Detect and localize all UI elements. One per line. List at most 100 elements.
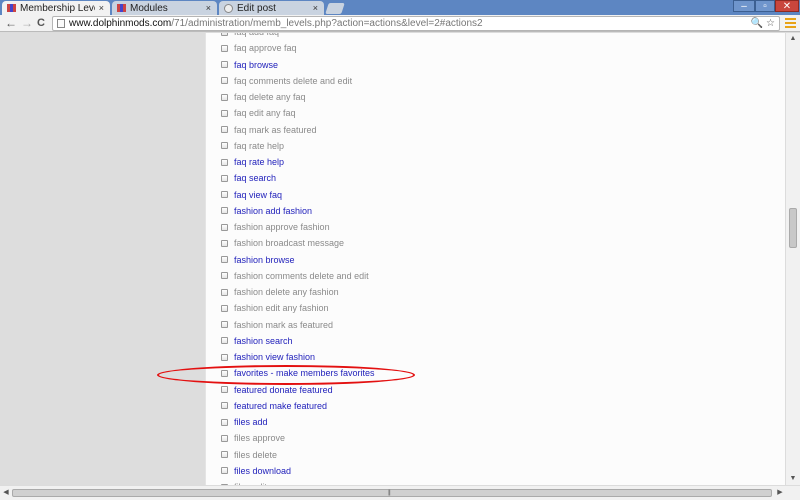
permission-checkbox[interactable] <box>221 434 228 442</box>
permission-checkbox[interactable] <box>221 174 228 182</box>
reload-button[interactable]: C <box>37 16 45 31</box>
permission-checkbox[interactable] <box>221 44 228 52</box>
permission-label: faq approve faq <box>234 43 297 54</box>
permission-label[interactable]: fashion search <box>234 336 293 346</box>
permission-row[interactable]: featured donate featured <box>206 382 375 398</box>
zoom-and-bookmark-icon[interactable]: 🔍 ☆ <box>751 17 775 30</box>
permission-checkbox[interactable] <box>221 126 228 134</box>
permission-label[interactable]: fashion browse <box>234 255 295 265</box>
scroll-right-icon[interactable]: ▶ <box>774 486 786 500</box>
permission-row[interactable]: favorites - make members favorites <box>206 365 375 381</box>
permission-label[interactable]: favorites - make members favorites <box>234 368 375 378</box>
permission-checkbox[interactable] <box>221 256 228 264</box>
permission-checkbox[interactable] <box>221 288 228 296</box>
permission-row[interactable]: files approve <box>206 430 375 446</box>
permission-row[interactable]: files add <box>206 414 375 430</box>
permission-row[interactable]: faq add faq <box>206 33 375 40</box>
permission-row[interactable]: faq rate help <box>206 138 375 154</box>
permission-checkbox[interactable] <box>221 353 228 361</box>
permission-row[interactable]: faq mark as featured <box>206 122 375 138</box>
permission-row[interactable]: faq edit any faq <box>206 105 375 121</box>
permission-label[interactable]: faq browse <box>234 60 278 70</box>
tab-close-icon[interactable]: × <box>313 3 318 13</box>
tab-modules[interactable]: Modules × <box>112 1 217 15</box>
new-tab-button[interactable] <box>325 3 345 14</box>
permission-checkbox[interactable] <box>221 304 228 312</box>
permission-checkbox[interactable] <box>221 402 228 410</box>
permission-checkbox[interactable] <box>221 33 228 36</box>
permission-label: faq add faq <box>234 33 279 37</box>
permission-row[interactable]: faq delete any faq <box>206 89 375 105</box>
permission-row[interactable]: files download <box>206 463 375 479</box>
permission-checkbox[interactable] <box>221 451 228 459</box>
back-button[interactable]: ← <box>5 16 17 31</box>
minimize-button[interactable]: – <box>733 0 755 12</box>
permission-checkbox[interactable] <box>221 109 228 117</box>
permission-checkbox[interactable] <box>221 386 228 394</box>
permission-checkbox[interactable] <box>221 142 228 150</box>
permission-label[interactable]: fashion add fashion <box>234 206 312 216</box>
vertical-scrollbar[interactable]: ▲ ▼ <box>785 33 800 485</box>
left-panel <box>0 33 205 485</box>
forward-button[interactable]: → <box>21 16 33 31</box>
permission-row[interactable]: fashion comments delete and edit <box>206 268 375 284</box>
horizontal-scroll-thumb[interactable] <box>12 489 772 497</box>
scroll-up-icon[interactable]: ▲ <box>786 33 800 45</box>
permission-row[interactable]: fashion approve fashion <box>206 219 375 235</box>
permission-checkbox[interactable] <box>221 77 228 85</box>
permission-label[interactable]: faq view faq <box>234 190 282 200</box>
browser-menu-icon[interactable] <box>785 18 796 28</box>
permission-checkbox[interactable] <box>221 93 228 101</box>
permission-checkbox[interactable] <box>221 272 228 280</box>
close-window-button[interactable]: ✕ <box>775 0 799 12</box>
permission-label[interactable]: files add <box>234 417 268 427</box>
permission-label[interactable]: featured make featured <box>234 401 327 411</box>
permission-checkbox[interactable] <box>221 207 228 215</box>
permission-row[interactable]: fashion search <box>206 333 375 349</box>
horizontal-scrollbar[interactable]: ◀ ||| ▶ <box>0 485 800 500</box>
tab-close-icon[interactable]: × <box>206 3 211 13</box>
permission-label[interactable]: fashion view fashion <box>234 352 315 362</box>
vertical-scroll-thumb[interactable] <box>789 208 797 248</box>
scroll-down-icon[interactable]: ▼ <box>786 473 800 485</box>
maximize-button[interactable]: ▫ <box>755 0 775 12</box>
permission-checkbox[interactable] <box>221 158 228 166</box>
permission-checkbox[interactable] <box>221 223 228 231</box>
permission-checkbox[interactable] <box>221 467 228 475</box>
permission-row[interactable]: faq search <box>206 170 375 186</box>
permission-checkbox[interactable] <box>221 239 228 247</box>
permission-row[interactable]: fashion broadcast message <box>206 235 375 251</box>
tab-membership-levels[interactable]: Membership Levels × <box>2 1 110 15</box>
permission-checkbox[interactable] <box>221 321 228 329</box>
permission-row[interactable]: faq approve faq <box>206 40 375 56</box>
permission-row[interactable]: faq view faq <box>206 187 375 203</box>
permission-row[interactable]: fashion browse <box>206 252 375 268</box>
permission-row[interactable]: files delete <box>206 447 375 463</box>
permission-label: fashion mark as featured <box>234 319 334 330</box>
permission-label[interactable]: faq search <box>234 173 276 183</box>
permission-row[interactable]: faq comments delete and edit <box>206 73 375 89</box>
permission-checkbox[interactable] <box>221 191 228 199</box>
address-bar[interactable]: www.dolphinmods.com/71/administration/me… <box>52 16 780 31</box>
permission-checkbox[interactable] <box>221 418 228 426</box>
permission-label[interactable]: files download <box>234 466 291 476</box>
permission-row[interactable]: fashion add fashion <box>206 203 375 219</box>
scroll-grip-icon: ||| <box>388 490 391 496</box>
permission-checkbox[interactable] <box>221 61 228 69</box>
permission-checkbox[interactable] <box>221 337 228 345</box>
permission-row[interactable]: featured make featured <box>206 398 375 414</box>
scroll-left-icon[interactable]: ◀ <box>0 486 12 500</box>
permission-label: fashion approve fashion <box>234 222 330 233</box>
permission-row[interactable]: fashion edit any fashion <box>206 300 375 316</box>
permission-label[interactable]: faq rate help <box>234 157 284 167</box>
permission-label[interactable]: featured donate featured <box>234 385 333 395</box>
permission-row[interactable]: faq rate help <box>206 154 375 170</box>
permission-checkbox[interactable] <box>221 369 228 377</box>
tab-edit-post[interactable]: Edit post × <box>219 1 324 15</box>
permission-row[interactable]: faq browse <box>206 57 375 73</box>
tab-label: Modules <box>130 2 168 14</box>
tab-close-icon[interactable]: × <box>99 3 104 13</box>
permission-row[interactable]: fashion mark as featured <box>206 317 375 333</box>
permission-row[interactable]: fashion delete any fashion <box>206 284 375 300</box>
permission-row[interactable]: fashion view fashion <box>206 349 375 365</box>
